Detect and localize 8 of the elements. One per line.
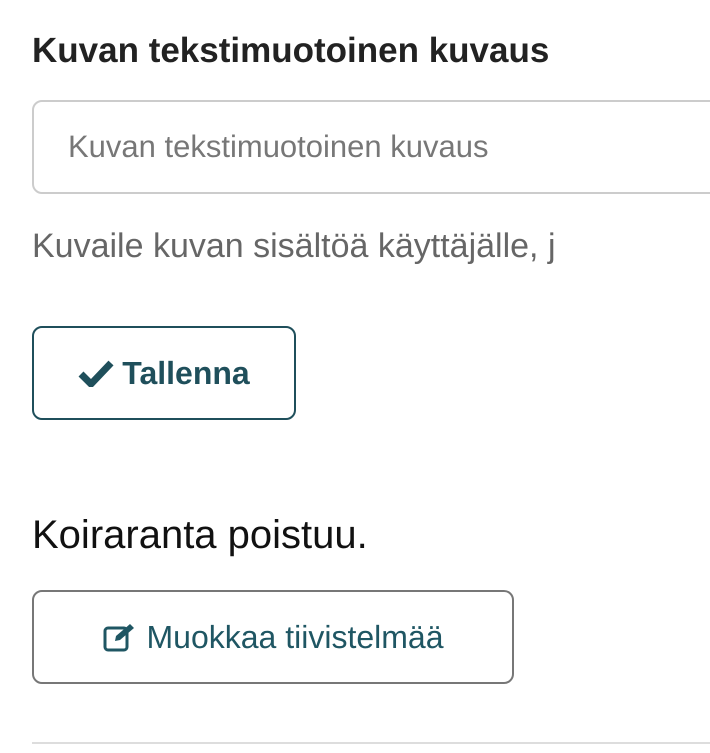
help-text: Kuvaile kuvan sisältöä käyttäjälle, j (32, 226, 556, 267)
edit-icon (102, 622, 136, 652)
description-field[interactable]: Kuvan tekstimuotoinen kuvaus (32, 100, 710, 194)
field-label: Kuvan tekstimuotoinen kuvaus (32, 30, 550, 72)
edit-button[interactable]: Muokkaa tiivistelmää (32, 590, 514, 684)
check-icon (78, 359, 114, 387)
save-button[interactable]: Tallenna (32, 326, 296, 420)
summary-text: Koiraranta poistuu. (32, 512, 368, 559)
